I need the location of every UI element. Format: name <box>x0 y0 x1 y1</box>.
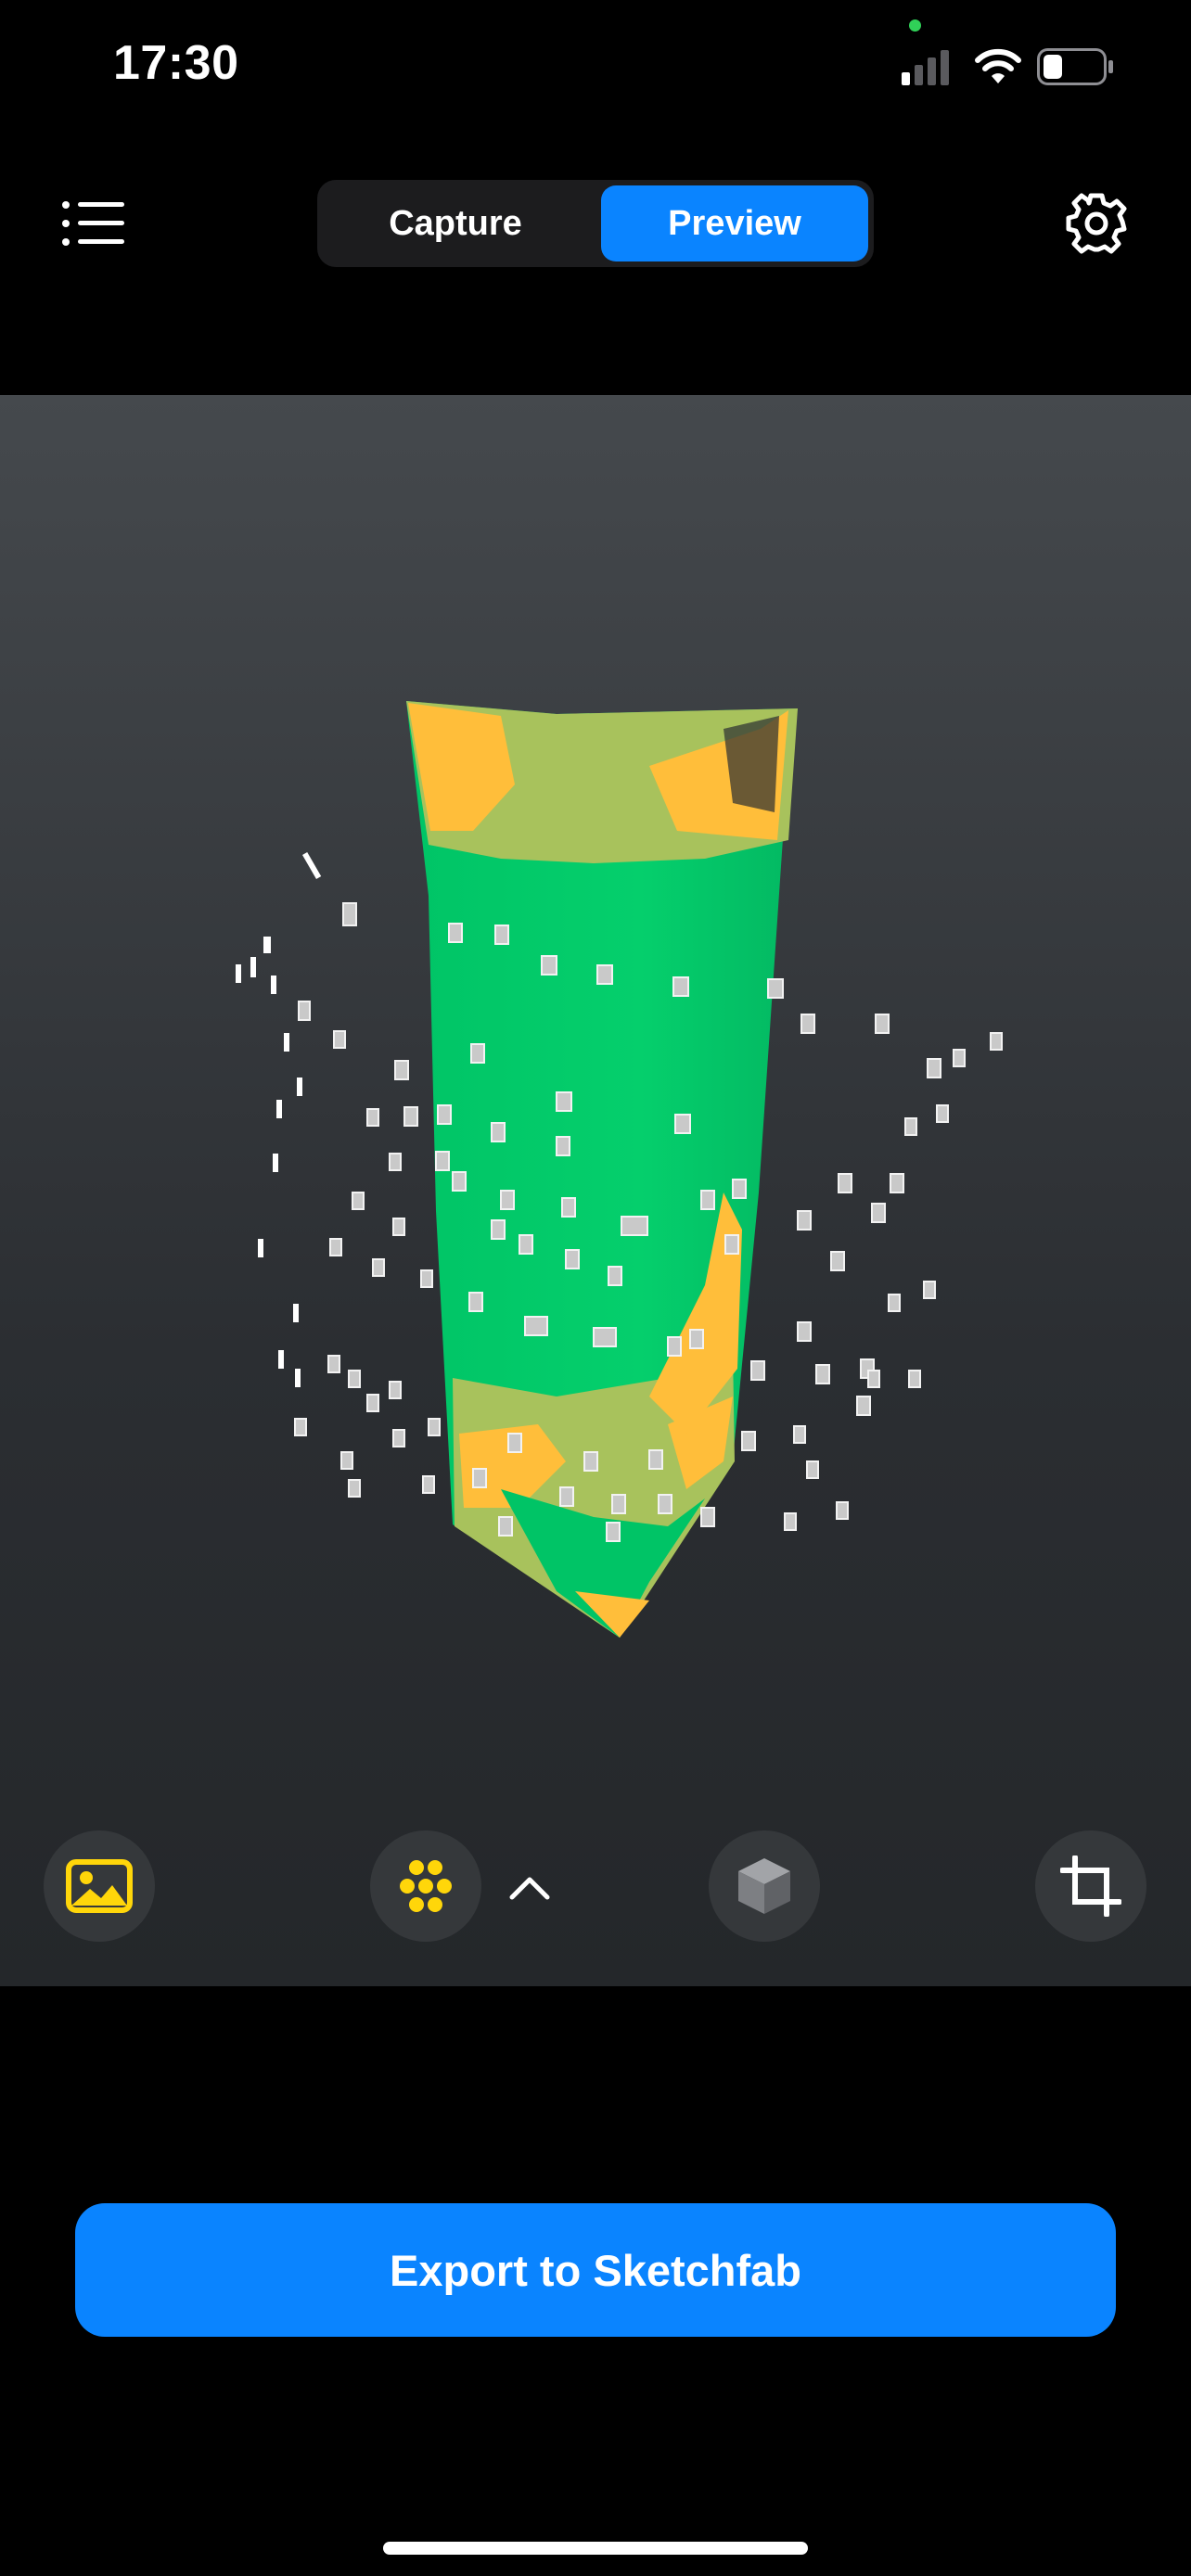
battery-icon <box>1037 48 1113 85</box>
point-cloud-button[interactable] <box>370 1830 481 1942</box>
tab-preview[interactable]: Preview <box>601 185 868 261</box>
crop-icon <box>1060 1855 1121 1917</box>
photos-button[interactable] <box>44 1830 155 1942</box>
image-icon <box>66 1859 133 1913</box>
camera-in-use-indicator <box>909 19 921 32</box>
chevron-up-icon[interactable] <box>508 1875 551 1901</box>
mesh-button[interactable] <box>709 1830 820 1942</box>
export-to-sketchfab-button[interactable]: Export to Sketchfab <box>75 2203 1116 2337</box>
points-icon <box>400 1860 452 1912</box>
status-time: 17:30 <box>113 36 239 90</box>
gear-icon[interactable] <box>1063 190 1130 257</box>
tab-capture[interactable]: Capture <box>323 185 588 261</box>
mode-segmented-control: Capture Preview <box>317 180 874 267</box>
crop-button[interactable] <box>1035 1830 1146 1942</box>
home-indicator[interactable] <box>383 2542 808 2555</box>
model-viewport[interactable] <box>0 395 1191 1986</box>
list-icon[interactable] <box>61 200 126 247</box>
cellular-signal-icon <box>902 50 949 85</box>
wifi-icon <box>975 48 1021 83</box>
cube-icon <box>738 1858 790 1914</box>
point-cloud-model <box>236 701 1003 1638</box>
